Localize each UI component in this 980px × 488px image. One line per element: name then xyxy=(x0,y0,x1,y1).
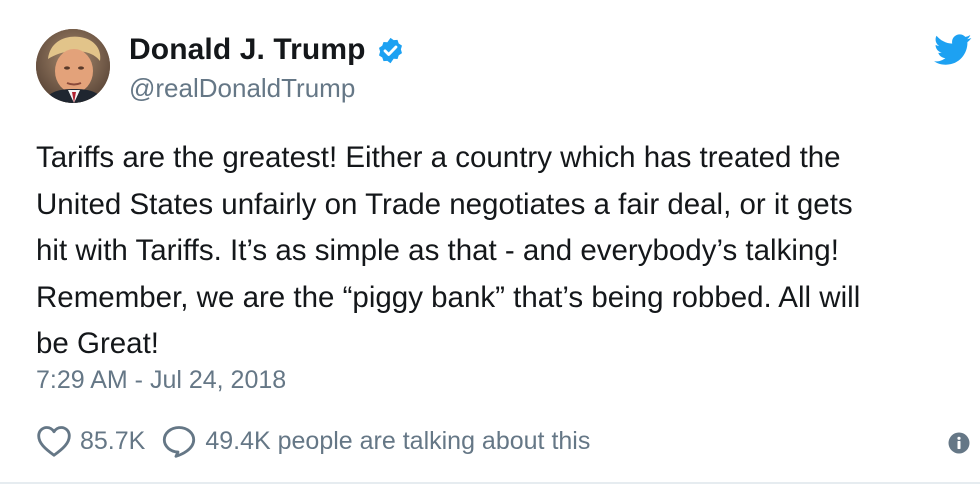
tweet-actions: 85.7K 49.4K people are talking about thi… xyxy=(36,423,590,459)
avatar-photo xyxy=(36,29,110,103)
heart-icon[interactable] xyxy=(36,424,72,458)
display-name[interactable]: Donald J. Trump xyxy=(129,33,366,67)
tweet-text: Tariffs are the greatest! Either a count… xyxy=(36,141,861,360)
tweet-card: Donald J. Trump @realDonaldTrump Tariffs… xyxy=(0,0,980,484)
name-row: Donald J. Trump xyxy=(129,30,405,70)
speech-bubble-icon[interactable] xyxy=(161,424,197,458)
user-block: Donald J. Trump @realDonaldTrump xyxy=(129,30,405,104)
user-handle[interactable]: @realDonaldTrump xyxy=(129,73,405,104)
tweet-timestamp[interactable]: 7:29 AM - Jul 24, 2018 xyxy=(36,366,286,395)
verified-badge-icon xyxy=(376,36,405,65)
like-count[interactable]: 85.7K xyxy=(80,427,145,456)
twitter-bird-icon[interactable] xyxy=(934,34,972,66)
avatar[interactable] xyxy=(36,29,110,103)
talking-about-link[interactable]: 49.4K people are talking about this xyxy=(205,427,590,456)
info-icon[interactable] xyxy=(948,432,970,454)
